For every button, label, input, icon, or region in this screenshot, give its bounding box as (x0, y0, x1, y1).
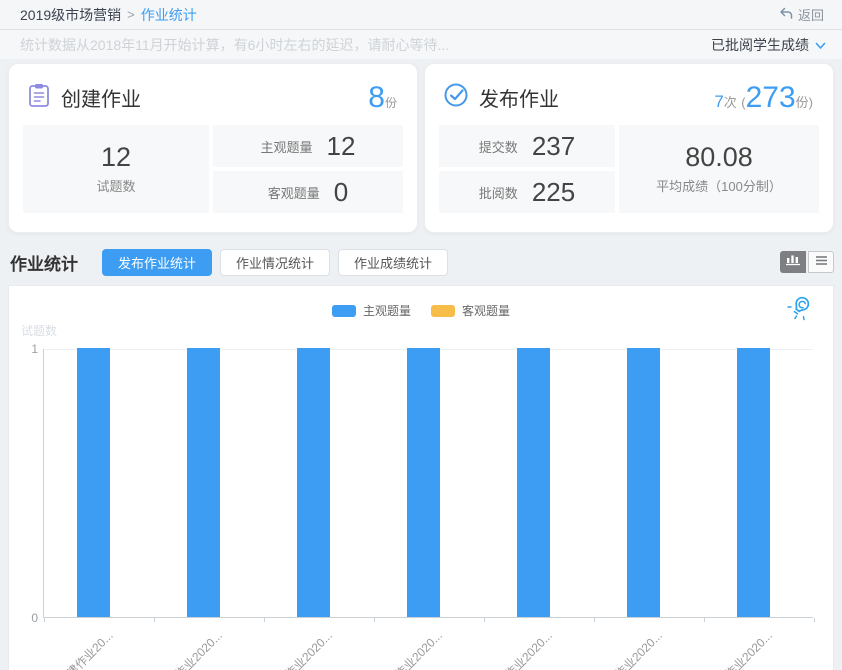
chart-legend: 主观题量 客观题量 (9, 302, 833, 319)
publish-card-title: 发布作业 (479, 83, 559, 112)
create-card-body: 12 试题数 主观题量 12 客观题量 0 (23, 125, 403, 213)
chevron-down-icon (815, 37, 826, 53)
back-label: 返回 (798, 5, 824, 24)
create-count-unit: 份 (385, 96, 397, 110)
objective-value: 0 (334, 177, 348, 208)
x-tick-mark (484, 618, 485, 622)
bar-主观题量[interactable] (737, 348, 770, 617)
x-axis-label: 作业2020... (171, 627, 226, 670)
x-tick-mark (154, 618, 155, 622)
bar-chart-plot: 01新建作业20...作业2020...作业2020...作业2020...作业… (43, 349, 813, 618)
create-count-value: 8 (368, 81, 385, 114)
average-score-cell: 80.08 平均成绩（100分制） (619, 125, 819, 213)
legend-label-objective: 客观题量 (462, 302, 510, 319)
submitted-count-cell: 提交数 237 (439, 125, 615, 167)
y-tick-label: 0 (14, 610, 38, 626)
publish-count-value: 273 (746, 81, 796, 114)
tab-situation-stats[interactable]: 作业情况统计 (220, 249, 330, 276)
publish-count-suffix: 份) (796, 95, 813, 110)
notice-text: 统计数据从2018年11月开始计算，有6小时左右的延迟，请耐心等待... (20, 35, 449, 55)
submitted-label: 提交数 (479, 137, 518, 156)
x-axis-label: 作业2020... (721, 627, 776, 670)
x-axis-label: 作业2020... (281, 627, 336, 670)
publish-times-unit: 次 (724, 95, 737, 110)
publish-homework-card: 发布作业 7次 (273份) 提交数 237 批阅数 225 (424, 63, 834, 233)
legend-item-objective[interactable]: 客观题量 (431, 302, 510, 319)
legend-chip-objective (431, 305, 455, 317)
check-circle-icon (443, 82, 469, 113)
x-axis-label: 作业2020... (391, 627, 446, 670)
reviewed-label: 批阅数 (479, 183, 518, 202)
chart-panel: 主观题量 客观题量 试题数 01新建作业20...作业2020...作业2020… (8, 285, 834, 670)
clipboard-icon (27, 82, 51, 113)
view-toggle (780, 251, 834, 273)
subjective-label: 主观题量 (261, 137, 313, 156)
filter-label: 已批阅学生成绩 (711, 35, 809, 55)
legend-item-subjective[interactable]: 主观题量 (332, 302, 411, 319)
breadcrumb-bar: 2019级市场营销 > 作业统计 返回 (0, 0, 842, 30)
question-count-label: 试题数 (96, 176, 135, 195)
bar-主观题量[interactable] (187, 348, 220, 617)
create-card-header: 创建作业 8份 (23, 78, 403, 125)
breadcrumb-parent[interactable]: 2019级市场营销 (20, 5, 121, 25)
bar-chart-icon (786, 253, 800, 271)
question-count-cell: 12 试题数 (23, 125, 209, 213)
list-icon (815, 253, 828, 271)
section-title: 作业统计 (10, 250, 78, 275)
bar-主观题量[interactable] (627, 348, 660, 617)
stats-tabs: 发布作业统计 作业情况统计 作业成绩统计 (102, 249, 448, 276)
x-tick-mark (264, 618, 265, 622)
x-axis-label: 作业2020... (611, 627, 666, 670)
breadcrumb-separator: > (127, 7, 135, 22)
x-tick-mark (594, 618, 595, 622)
score-filter-dropdown[interactable]: 已批阅学生成绩 (711, 35, 826, 55)
breadcrumb: 2019级市场营销 > 作业统计 (20, 5, 197, 25)
create-card-count: 8份 (368, 83, 397, 113)
subjective-value: 12 (327, 131, 356, 162)
publish-card-header: 发布作业 7次 (273份) (439, 78, 819, 125)
return-arrow-icon (779, 7, 793, 23)
y-axis-title: 试题数 (21, 322, 57, 339)
average-score-label: 平均成绩（100分制） (656, 176, 782, 195)
bar-主观题量[interactable] (407, 348, 440, 617)
bar-主观题量[interactable] (297, 348, 330, 617)
bar-主观题量[interactable] (77, 348, 110, 617)
publish-card-count: 7次 (273份) (714, 83, 813, 113)
reviewed-count-cell: 批阅数 225 (439, 171, 615, 213)
publish-card-body: 提交数 237 批阅数 225 80.08 平均成绩（100分制） (439, 125, 819, 213)
question-count-value: 12 (101, 143, 131, 173)
x-tick-mark (704, 618, 705, 622)
objective-count-cell: 客观题量 0 (213, 171, 403, 213)
notice-bar: 统计数据从2018年11月开始计算，有6小时左右的延迟，请耐心等待... 已批阅… (0, 30, 842, 59)
tab-score-stats[interactable]: 作业成绩统计 (338, 249, 448, 276)
bar-主观题量[interactable] (517, 348, 550, 617)
x-tick-mark (44, 618, 45, 622)
tab-publish-stats[interactable]: 发布作业统计 (102, 249, 212, 276)
x-tick-mark (814, 618, 815, 622)
reviewed-value: 225 (532, 177, 575, 208)
breadcrumb-current[interactable]: 作业统计 (141, 5, 197, 25)
x-tick-mark (374, 618, 375, 622)
y-tick-label: 1 (14, 341, 38, 357)
x-axis-label: 作业2020... (501, 627, 556, 670)
average-score-value: 80.08 (685, 143, 753, 173)
create-card-title: 创建作业 (61, 83, 141, 112)
summary-cards: 创建作业 8份 12 试题数 主观题量 12 客观题量 (8, 63, 834, 233)
legend-label-subjective: 主观题量 (363, 302, 411, 319)
back-button[interactable]: 返回 (779, 5, 824, 24)
objective-label: 客观题量 (268, 183, 320, 202)
submitted-value: 237 (532, 131, 575, 162)
list-view-button[interactable] (808, 251, 834, 273)
page: 2019级市场营销 > 作业统计 返回 统计数据从2018年11月开始计算，有6… (0, 0, 842, 670)
legend-chip-subjective (332, 305, 356, 317)
x-axis-label: 新建作业20... (54, 627, 116, 670)
publish-times-value: 7 (714, 92, 723, 111)
chart-view-button[interactable] (780, 251, 806, 273)
stats-section-header: 作业统计 发布作业统计 作业情况统计 作业成绩统计 (8, 247, 834, 277)
create-homework-card: 创建作业 8份 12 试题数 主观题量 12 客观题量 (8, 63, 418, 233)
subjective-count-cell: 主观题量 12 (213, 125, 403, 167)
